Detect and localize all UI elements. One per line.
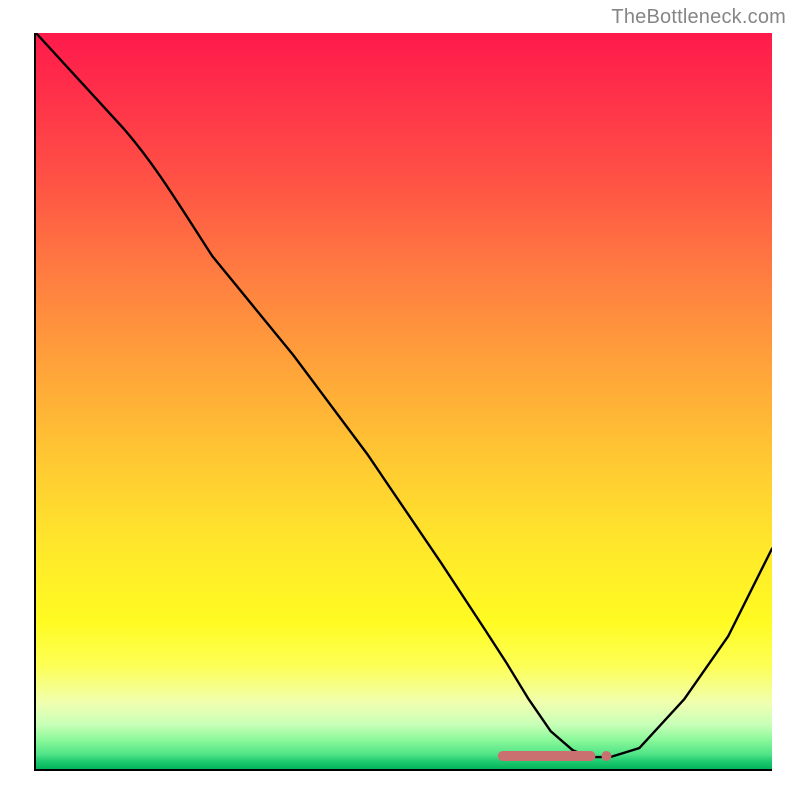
chart-overlay-svg	[36, 33, 772, 769]
chart-plot-area	[34, 33, 772, 771]
flat-segment-marker	[503, 751, 612, 761]
watermark-text: TheBottleneck.com	[611, 6, 786, 29]
chart-curve	[36, 33, 772, 757]
